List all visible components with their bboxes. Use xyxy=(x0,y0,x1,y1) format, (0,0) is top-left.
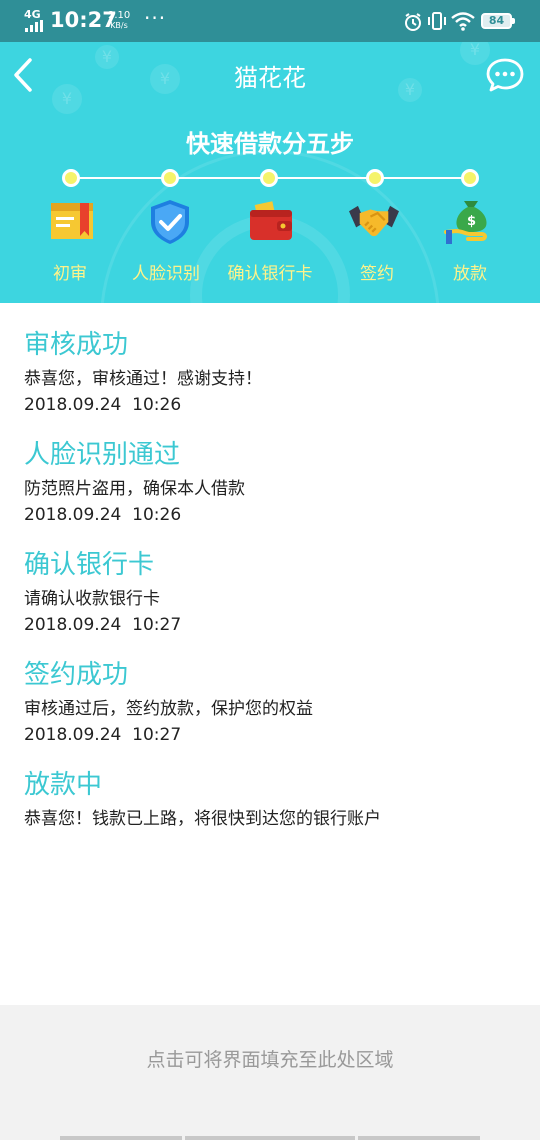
bottom-tab-indicator xyxy=(60,1136,182,1140)
entry-title: 确认银行卡 xyxy=(24,550,155,580)
document-icon xyxy=(51,203,93,239)
step-dot xyxy=(62,169,80,187)
entry-title: 审核成功 xyxy=(24,330,129,360)
progress-entry: 人脸识别通过 防范照片盗用，确保本人借款 2018.09.24 10:26 xyxy=(24,440,524,526)
step-label: 确认银行卡 xyxy=(227,264,313,284)
fill-area-hint: 点击可将界面填充至此处区域 xyxy=(146,1049,394,1071)
entry-description: 恭喜您！钱款已上路，将很快到达您的银行账户 xyxy=(24,809,381,829)
entry-description: 审核通过后，签约放款，保护您的权益 xyxy=(24,699,313,719)
vibrate-icon xyxy=(428,12,446,30)
fill-area-button[interactable]: 点击可将界面填充至此处区域 xyxy=(0,1005,540,1140)
wallet-icon xyxy=(250,201,292,240)
entry-title: 人脸识别通过 xyxy=(24,440,181,470)
wifi-icon xyxy=(451,12,475,31)
alarm-icon xyxy=(405,13,421,31)
bottom-tab-indicator xyxy=(358,1136,480,1140)
entry-description: 恭喜您，审核通过！感谢支持！ xyxy=(24,369,262,389)
entry-timestamp: 2018.09.24 10:26 xyxy=(24,395,182,415)
progress-entry: 确认银行卡 请确认收款银行卡 2018.09.24 10:27 xyxy=(24,550,524,636)
handshake-icon xyxy=(349,205,399,237)
status-bar: 4G 10:27 2.10 KB/s ··· 84 xyxy=(0,0,540,42)
step-dot xyxy=(366,169,384,187)
page-title: 猫花花 xyxy=(234,64,306,92)
money-bag-icon: $ xyxy=(444,201,487,244)
svg-text:$: $ xyxy=(467,214,476,229)
bottom-tab-indicator xyxy=(185,1136,355,1140)
step-label: 人脸识别 xyxy=(132,264,200,284)
progress-entry: 审核成功 恭喜您，审核通过！感谢支持！ 2018.09.24 10:26 xyxy=(24,330,524,416)
entry-title: 放款中 xyxy=(24,770,103,800)
entry-description: 防范照片盗用，确保本人借款 xyxy=(24,479,245,499)
steps-heading: 快速借款分五步 xyxy=(186,130,354,158)
step-dot xyxy=(461,169,479,187)
battery-indicator: 84 xyxy=(481,13,515,29)
entry-timestamp: 2018.09.24 10:27 xyxy=(24,725,182,745)
network-type: 4G xyxy=(24,8,41,21)
progress-entry: 签约成功 审核通过后，签约放款，保护您的权益 2018.09.24 10:27 xyxy=(24,660,524,746)
step-label: 放款 xyxy=(453,264,487,284)
shield-check-icon xyxy=(151,200,189,244)
header: ¥ ¥ ¥ ¥ ¥ 4G 10:27 2.10 KB/s ··· 84 猫花花 … xyxy=(0,0,540,303)
entry-timestamp: 2018.09.24 10:26 xyxy=(24,505,182,525)
step-dot xyxy=(161,169,179,187)
chat-bubble-icon[interactable] xyxy=(486,58,524,92)
network-speed: 2.10 KB/s xyxy=(108,11,130,31)
step-dot xyxy=(260,169,278,187)
entry-description: 请确认收款银行卡 xyxy=(24,589,160,609)
more-notifications-icon: ··· xyxy=(144,6,167,30)
signal-icon xyxy=(25,20,43,32)
status-time: 10:27 xyxy=(50,8,117,32)
speed-unit: KB/s xyxy=(110,21,128,30)
speed-value: 2.10 xyxy=(108,10,131,21)
entry-timestamp: 2018.09.24 10:27 xyxy=(24,615,182,635)
progress-entry: 放款中 恭喜您！钱款已上路，将很快到达您的银行账户 xyxy=(24,770,524,830)
entry-title: 签约成功 xyxy=(24,660,129,690)
